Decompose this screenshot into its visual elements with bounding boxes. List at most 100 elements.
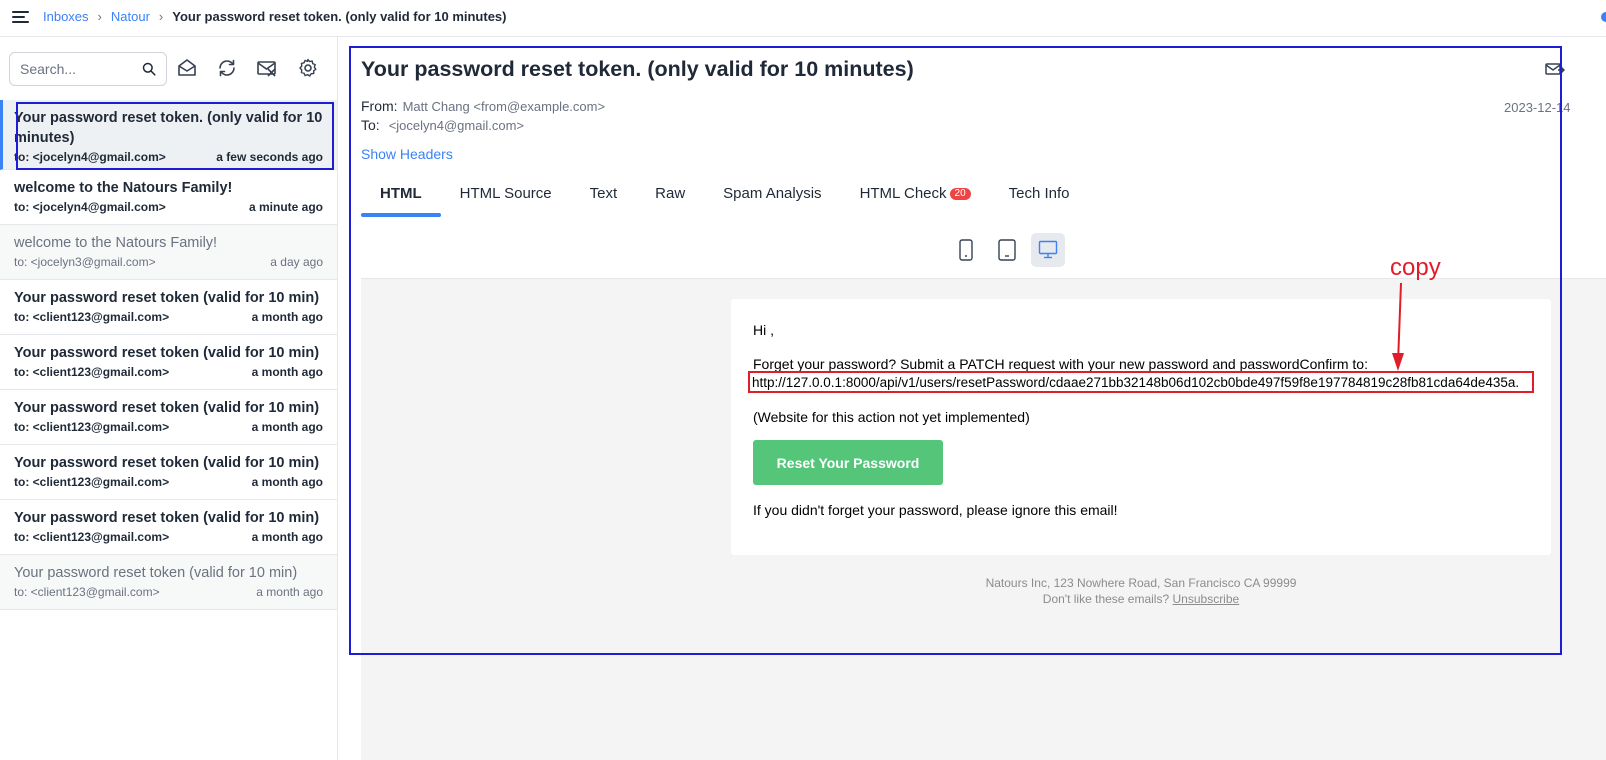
to-value: <jocelyn4@gmail.com> [388, 118, 525, 133]
tab-html-source[interactable]: HTML Source [441, 171, 571, 215]
tab-label: HTML Source [459, 185, 552, 202]
message-time: a month ago [251, 310, 323, 324]
search-input[interactable] [20, 61, 135, 77]
tablet-view-button[interactable] [990, 233, 1024, 267]
message-list-item[interactable]: Your password reset token (valid for 10 … [0, 280, 337, 335]
message-meta: to: <client123@gmail.com> a month ago [14, 310, 323, 324]
desktop-view-button[interactable] [1031, 233, 1065, 267]
message-list-item[interactable]: welcome to the Natours Family! to: <jocel… [0, 225, 337, 280]
message-view: Your password reset token. (only valid f… [338, 37, 1606, 760]
from-value: Matt Chang <from@example.com> [402, 99, 606, 114]
reset-url[interactable]: http://127.0.0.1:8000/api/v1/users/reset… [752, 375, 1519, 390]
show-headers-link[interactable]: Show Headers [361, 146, 453, 162]
message-subject: welcome to the Natours Family! [14, 235, 218, 251]
message-meta: to: <client123@gmail.com> a month ago [14, 530, 323, 544]
message-time: a few seconds ago [216, 150, 323, 164]
tab-text[interactable]: Text [571, 171, 637, 215]
message-subject: Your password reset token (valid for 10 … [14, 290, 320, 306]
top-bar: Inboxes › Natour › Your password reset t… [0, 0, 1606, 37]
tab-html[interactable]: HTML [361, 171, 441, 217]
message-title: Your password reset token. (only valid f… [361, 57, 914, 81]
desktop-icon [1038, 240, 1058, 259]
message-subject: welcome to the Natours Family! [14, 180, 233, 196]
device-switcher [949, 233, 1065, 267]
breadcrumb-inboxes[interactable]: Inboxes [43, 9, 89, 24]
tab-label: HTML Check [859, 185, 947, 202]
message-meta: to: <client123@gmail.com> a month ago [14, 420, 323, 434]
message-list-item[interactable]: Your password reset token (valid for 10 … [0, 390, 337, 445]
message-list-item[interactable]: Your password reset token (valid for 10 … [0, 500, 337, 555]
message-list-item[interactable]: Your password reset token (valid for 10 … [0, 335, 337, 390]
tab-badge: 20 [949, 188, 971, 200]
settings-gear-icon[interactable] [296, 56, 320, 80]
phone-icon [959, 239, 973, 261]
message-recipient: to: <jocelyn4@gmail.com> [14, 200, 166, 214]
email-greeting: Hi , [753, 322, 774, 338]
from-label: From: [361, 98, 398, 114]
refresh-icon[interactable] [215, 56, 239, 80]
breadcrumb-current: Your password reset token. (only valid f… [172, 9, 507, 24]
message-subject: Your password reset token (valid for 10 … [14, 565, 298, 581]
copy-annotation-label: copy [1390, 254, 1441, 281]
message-time: a month ago [251, 420, 323, 434]
message-meta: to: <client123@gmail.com> a month ago [14, 475, 323, 489]
message-list-item[interactable]: Your password reset token (valid for 10 … [0, 445, 337, 500]
email-instruction: Forget your password? Submit a PATCH req… [753, 356, 1368, 372]
message-recipient: to: <client123@gmail.com> [14, 530, 170, 544]
from-line: From: Matt Chang <from@example.com> [361, 98, 605, 114]
forward-mail-icon[interactable] [1545, 61, 1565, 79]
breadcrumb-separator: › [97, 9, 102, 24]
message-recipient: to: <jocelyn3@gmail.com> [14, 255, 156, 269]
message-list-item[interactable]: Your password reset token (valid for 10 … [0, 555, 337, 610]
message-list-item[interactable]: welcome to the Natours Family! to: <jocel… [0, 170, 337, 225]
message-subject: Your password reset token. (only valid f… [14, 110, 323, 146]
email-closing: If you didn't forget your password, plea… [753, 502, 1118, 518]
html-preview: Hi , Forget your password? Submit a PATC… [361, 278, 1606, 760]
tab-label: Text [589, 185, 618, 202]
message-recipient: to: <client123@gmail.com> [14, 420, 170, 434]
delete-all-mail-icon[interactable] [255, 56, 279, 80]
email-note: (Website for this action not yet impleme… [753, 409, 1030, 425]
tab-label: Spam Analysis [723, 185, 822, 202]
search-icon[interactable] [142, 62, 156, 76]
message-meta: to: <client123@gmail.com> a month ago [14, 585, 323, 599]
edge-indicator [1601, 12, 1606, 22]
message-recipient: to: <jocelyn4@gmail.com> [14, 150, 166, 164]
message-recipient: to: <client123@gmail.com> [14, 585, 160, 599]
unsubscribe-link[interactable]: Unsubscribe [1173, 592, 1240, 606]
message-list-item[interactable]: Your password reset token. (only valid f… [0, 100, 337, 170]
email-footer: Natours Inc, 123 Nowhere Road, San Franc… [731, 575, 1551, 607]
email-body-card: Hi , Forget your password? Submit a PATC… [731, 299, 1551, 555]
annotation-arrow-icon [1392, 282, 1404, 371]
mobile-view-button[interactable] [949, 233, 983, 267]
message-time: a day ago [270, 255, 323, 269]
tab-raw[interactable]: Raw [636, 171, 704, 215]
message-time: a month ago [251, 530, 323, 544]
tab-html-check[interactable]: HTML Check 20 [841, 171, 990, 215]
message-recipient: to: <client123@gmail.com> [14, 310, 170, 324]
footer-prompt: Don't like these emails? [1042, 592, 1170, 606]
message-recipient: to: <client123@gmail.com> [14, 365, 170, 379]
tab-label: HTML [380, 185, 422, 202]
footer-address: Natours Inc, 123 Nowhere Road, San Franc… [985, 576, 1297, 590]
message-meta: to: <jocelyn4@gmail.com> a minute ago [14, 200, 323, 214]
footer-unsubscribe-line: Don't like these emails? Unsubscribe [731, 591, 1551, 607]
reset-password-button[interactable]: Reset Your Password [753, 440, 943, 485]
tab-tech-info[interactable]: Tech Info [990, 171, 1089, 215]
message-meta: to: <jocelyn3@gmail.com> a day ago [14, 255, 323, 269]
message-list: Your password reset token. (only valid f… [0, 100, 337, 610]
tab-spam-analysis[interactable]: Spam Analysis [704, 171, 840, 215]
message-date: 2023-12-14 [1504, 100, 1571, 115]
to-label: To: [361, 117, 380, 133]
mark-all-read-icon[interactable] [175, 56, 199, 80]
sidebar: Your password reset token. (only valid f… [0, 37, 338, 760]
tablet-icon [998, 239, 1016, 261]
message-recipient: to: <client123@gmail.com> [14, 475, 170, 489]
message-time: a month ago [251, 365, 323, 379]
message-meta: to: <jocelyn4@gmail.com> a few seconds ag… [14, 150, 323, 164]
to-line: To: <jocelyn4@gmail.com> [361, 117, 524, 133]
search-box [9, 52, 167, 86]
breadcrumb-natour[interactable]: Natour [111, 9, 150, 24]
menu-icon[interactable] [12, 10, 29, 24]
message-subject: Your password reset token (valid for 10 … [14, 345, 320, 361]
